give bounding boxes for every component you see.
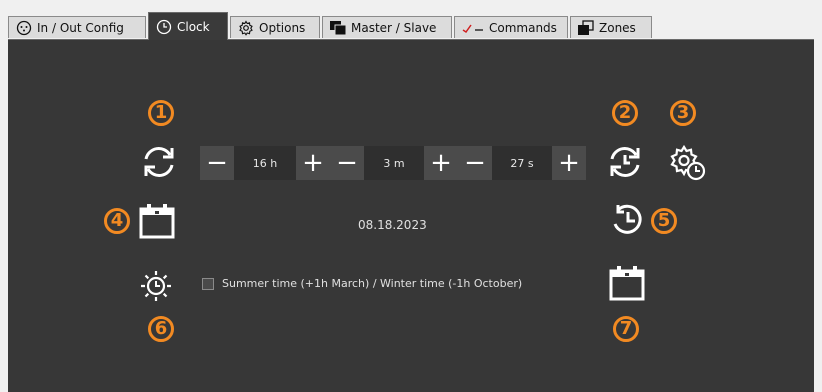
dst-checkbox-label[interactable]: Summer time (+1h March) / Winter time (-… (222, 277, 522, 290)
clock-panel: 1 − 16 h + − 3 m + − 27 s + 2 3 4 08.18.… (8, 39, 814, 392)
tab-clock[interactable]: Clock (148, 12, 228, 40)
seconds-increment-button[interactable]: + (552, 146, 586, 180)
callout-badge-1: 1 (148, 100, 174, 126)
clock-restore-icon[interactable] (610, 202, 646, 238)
tab-options[interactable]: Options (230, 16, 320, 38)
hours-value[interactable]: 16 h (234, 146, 296, 180)
daylight-saving-icon (141, 271, 171, 301)
calendar-sync-icon[interactable] (608, 264, 646, 302)
tab-commands[interactable]: Commands (454, 16, 568, 38)
sync-icon (144, 147, 174, 177)
clock-icon (155, 19, 173, 35)
callout-badge-7: 7 (613, 316, 639, 342)
tab-label: Options (259, 20, 306, 35)
calendar-icon[interactable] (138, 202, 176, 240)
dst-checkbox[interactable] (202, 278, 214, 290)
connector-icon (15, 20, 33, 36)
tab-label: Master / Slave (351, 20, 437, 35)
date-display: 08.18.2023 (358, 218, 427, 232)
commands-icon (461, 20, 485, 36)
clock-config-window: In / Out Config Clock Options Master / S… (0, 0, 822, 392)
callout-badge-3: 3 (670, 100, 696, 126)
seconds-decrement-button[interactable]: − (458, 146, 492, 180)
tab-label: In / Out Config (37, 20, 124, 35)
tab-master-slave[interactable]: Master / Slave (322, 16, 452, 38)
zones-icon (577, 19, 595, 36)
tab-label: Clock (177, 19, 210, 34)
tab-zones[interactable]: Zones (570, 16, 652, 38)
tab-label: Zones (599, 20, 636, 35)
hours-decrement-button[interactable]: − (200, 146, 234, 180)
gear-icon (237, 19, 255, 36)
tab-in-out-config[interactable]: In / Out Config (8, 16, 146, 38)
clock-settings-icon[interactable] (668, 144, 708, 182)
callout-badge-5: 5 (651, 208, 677, 234)
minutes-value[interactable]: 3 m (364, 146, 424, 180)
callout-badge-6: 6 (148, 316, 174, 342)
master-slave-icon (329, 20, 347, 36)
hours-increment-button[interactable]: + (296, 146, 330, 180)
tab-label: Commands (489, 20, 557, 35)
seconds-value[interactable]: 27 s (492, 146, 552, 180)
sync-time-icon[interactable] (607, 144, 643, 180)
minutes-decrement-button[interactable]: − (330, 146, 364, 180)
tab-bar: In / Out Config Clock Options Master / S… (8, 12, 814, 40)
callout-badge-4: 4 (104, 208, 130, 234)
minutes-increment-button[interactable]: + (424, 146, 458, 180)
callout-badge-2: 2 (612, 100, 638, 126)
